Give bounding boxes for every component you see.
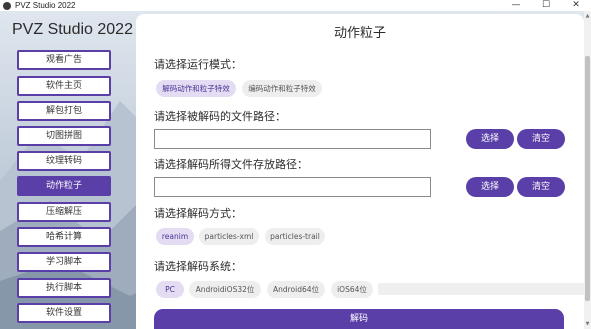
app-title: PVZ Studio 2022 bbox=[12, 21, 133, 38]
sidebar-item-settings[interactable]: 软件设置 bbox=[17, 303, 111, 323]
sidebar-item-pack-unpack[interactable]: 解包打包 bbox=[17, 101, 111, 121]
sidebar-item-learn-script[interactable]: 学习脚本 bbox=[17, 252, 111, 272]
scroll-thumb[interactable] bbox=[585, 56, 590, 301]
run-mode-option-decode[interactable]: 解码动作和粒子特效 bbox=[156, 80, 236, 97]
decode-system-option-android-ios32[interactable]: AndroidiOS32位 bbox=[189, 281, 261, 298]
output-path-label: 请选择解码所得文件存放路径： bbox=[154, 158, 308, 171]
sidebar-item-compress[interactable]: 压缩解压 bbox=[17, 202, 111, 222]
scroll-down-arrow-icon[interactable]: ▼ bbox=[584, 321, 591, 327]
output-choose-button[interactable]: 选择 bbox=[466, 177, 514, 197]
sidebar-item-texture[interactable]: 纹理转码 bbox=[17, 151, 111, 171]
input-choose-button[interactable]: 选择 bbox=[466, 129, 514, 149]
maximize-icon[interactable]: ☐ bbox=[531, 0, 561, 11]
minimize-icon[interactable]: — bbox=[501, 0, 531, 11]
input-path-label: 请选择被解码的文件路径： bbox=[154, 110, 286, 123]
input-clear-button[interactable]: 清空 bbox=[517, 129, 565, 149]
decode-method-option-particles-trail[interactable]: particles-trail bbox=[265, 228, 325, 245]
sidebar-item-split-merge[interactable]: 切图拼图 bbox=[17, 126, 111, 146]
sidebar-item-animation-particles[interactable]: 动作粒子 bbox=[17, 176, 111, 196]
main-panel: 动作粒子 请选择运行模式： 解码动作和粒子特效 编码动作和粒子特效 请选择被解码… bbox=[136, 14, 584, 329]
scroll-up-arrow-icon[interactable]: ▲ bbox=[584, 13, 591, 19]
window-controls: — ☐ ✕ bbox=[501, 0, 591, 11]
pvz-logo-icon bbox=[3, 1, 11, 10]
window-title: PVZ Studio 2022 bbox=[15, 1, 76, 10]
run-mode-option-encode[interactable]: 编码动作和粒子特效 bbox=[242, 80, 322, 97]
run-mode-label: 请选择运行模式： bbox=[154, 58, 242, 71]
decode-system-extra-field bbox=[378, 283, 584, 295]
title-bar: PVZ Studio 2022 — ☐ ✕ bbox=[0, 0, 591, 11]
scrollbar[interactable]: ▲ ▼ bbox=[584, 11, 591, 329]
sidebar: PVZ Studio 2022 观看广告 软件主页 解包打包 切图拼图 纹理转码… bbox=[0, 11, 134, 329]
decode-method-option-particles-xml[interactable]: particles-xml bbox=[199, 228, 259, 245]
sidebar-item-home[interactable]: 软件主页 bbox=[17, 76, 111, 96]
decode-button[interactable]: 解码 bbox=[154, 309, 564, 329]
decode-method-label: 请选择解码方式： bbox=[154, 207, 242, 220]
output-path-field[interactable] bbox=[154, 177, 431, 197]
decode-system-option-pc[interactable]: PC bbox=[156, 281, 184, 298]
decode-system-option-ios64[interactable]: iOS64位 bbox=[331, 281, 373, 298]
decode-system-option-android64[interactable]: Android64位 bbox=[267, 281, 325, 298]
decode-method-option-reanim[interactable]: reanim bbox=[156, 228, 194, 245]
decode-system-label: 请选择解码系统： bbox=[154, 260, 242, 273]
sidebar-item-run-script[interactable]: 执行脚本 bbox=[17, 278, 111, 298]
page-title: 动作粒子 bbox=[333, 26, 386, 41]
sidebar-item-watch-ads[interactable]: 观看广告 bbox=[17, 50, 111, 70]
sidebar-item-hash[interactable]: 哈希计算 bbox=[17, 227, 111, 247]
output-clear-button[interactable]: 清空 bbox=[517, 177, 565, 197]
close-icon[interactable]: ✕ bbox=[561, 0, 591, 11]
input-path-field[interactable] bbox=[154, 129, 431, 149]
